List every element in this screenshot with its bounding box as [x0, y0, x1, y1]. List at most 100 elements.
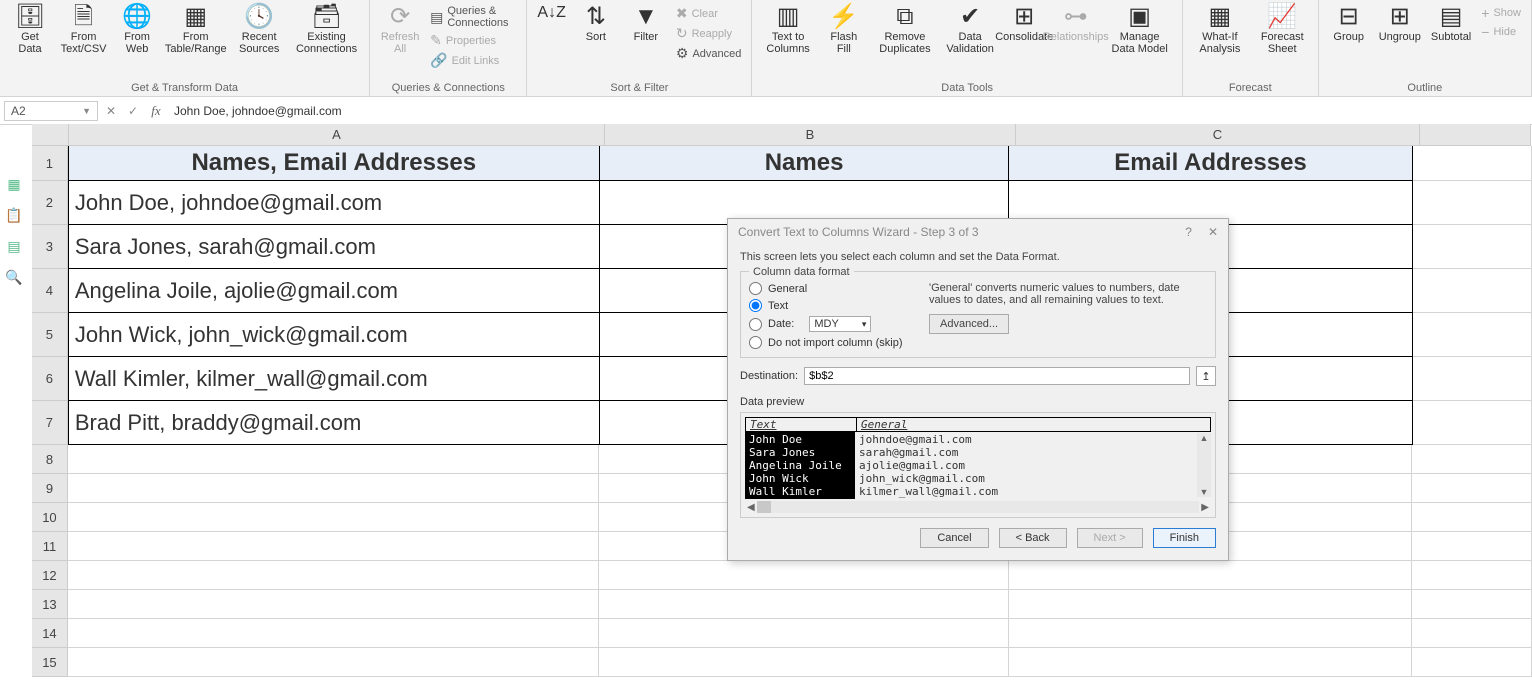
- group-button[interactable]: ⊟Group: [1325, 2, 1373, 46]
- cell[interactable]: [1009, 590, 1412, 619]
- manage-data-model-button[interactable]: ▣Manage Data Model: [1103, 2, 1176, 58]
- back-button[interactable]: < Back: [999, 528, 1067, 548]
- row-header[interactable]: 6: [32, 357, 68, 401]
- cell[interactable]: [1413, 401, 1532, 445]
- vertical-scrollbar[interactable]: ▲▼: [1197, 433, 1211, 497]
- finish-button[interactable]: Finish: [1153, 528, 1216, 548]
- cell[interactable]: [68, 590, 599, 619]
- col-header-C[interactable]: C: [1016, 124, 1420, 146]
- find-icon[interactable]: 🔍: [5, 269, 22, 286]
- remove-duplicates-button[interactable]: ⧉Remove Duplicates: [870, 2, 940, 58]
- fx-icon[interactable]: fx: [144, 103, 168, 119]
- cell[interactable]: John Doe, johndoe@gmail.com: [68, 181, 600, 225]
- formula-value[interactable]: John Doe, johndoe@gmail.com: [168, 104, 1532, 118]
- row-header[interactable]: 2: [32, 181, 68, 225]
- recent-sources-button[interactable]: 🕓Recent Sources: [230, 2, 288, 58]
- header-cell[interactable]: Names: [600, 146, 1010, 181]
- accept-formula-button[interactable]: ✓: [122, 104, 144, 118]
- row-header[interactable]: 5: [32, 313, 68, 357]
- cell[interactable]: [1413, 181, 1532, 225]
- row-header[interactable]: 8: [32, 445, 68, 474]
- filter-button[interactable]: ▼Filter: [622, 2, 670, 46]
- scroll-right-icon[interactable]: ▶: [1201, 502, 1209, 513]
- cell[interactable]: [1009, 648, 1412, 677]
- row-header[interactable]: 1: [32, 146, 68, 181]
- cell[interactable]: [1412, 561, 1532, 590]
- sort-button[interactable]: ⇅Sort: [572, 2, 620, 46]
- cell[interactable]: [1413, 357, 1532, 401]
- relationships-button[interactable]: ⊶Relationships: [1050, 2, 1101, 46]
- row-header[interactable]: 11: [32, 532, 68, 561]
- range-picker-icon[interactable]: ↥: [1196, 366, 1216, 386]
- cell[interactable]: [599, 590, 1009, 619]
- what-if-button[interactable]: ▦What-If Analysis: [1189, 2, 1251, 58]
- cell[interactable]: Sara Jones, sarah@gmail.com: [68, 225, 600, 269]
- cell[interactable]: [68, 532, 599, 561]
- edit-links-button[interactable]: 🔗Edit Links: [426, 51, 520, 70]
- subtotal-button[interactable]: ▤Subtotal: [1427, 2, 1475, 46]
- from-web-button[interactable]: 🌐From Web: [113, 2, 161, 58]
- cell[interactable]: [1412, 503, 1532, 532]
- row-header[interactable]: 14: [32, 619, 68, 648]
- from-text-csv-button[interactable]: 🗎From Text/CSV: [56, 2, 111, 58]
- radio-general[interactable]: General: [749, 282, 919, 295]
- radio-text[interactable]: Text: [749, 299, 919, 312]
- help-button[interactable]: ?: [1185, 225, 1192, 239]
- cell[interactable]: [68, 619, 599, 648]
- refresh-all-button[interactable]: ⟳Refresh All: [376, 2, 424, 58]
- cell[interactable]: [1413, 313, 1532, 357]
- hide-detail-button[interactable]: −Hide: [1477, 23, 1525, 41]
- queries-connections-button[interactable]: ▤Queries & Connections: [426, 4, 520, 30]
- cell[interactable]: [599, 619, 1009, 648]
- cancel-formula-button[interactable]: ✕: [100, 104, 122, 118]
- advanced-button[interactable]: Advanced...: [929, 314, 1009, 334]
- select-all-corner[interactable]: [32, 124, 69, 146]
- col-header-D[interactable]: [1420, 124, 1531, 146]
- row-header[interactable]: 15: [32, 648, 68, 677]
- preview-col-header[interactable]: Text: [745, 417, 857, 432]
- cell[interactable]: [599, 561, 1009, 590]
- cell[interactable]: [68, 503, 599, 532]
- show-detail-button[interactable]: +Show: [1477, 4, 1525, 22]
- cell[interactable]: John Wick, john_wick@gmail.com: [68, 313, 600, 357]
- forecast-sheet-button[interactable]: 📈Forecast Sheet: [1253, 2, 1312, 58]
- from-table-range-button[interactable]: ▦From Table/Range: [163, 2, 228, 58]
- header-cell[interactable]: Names, Email Addresses: [68, 146, 600, 181]
- cell[interactable]: [68, 445, 599, 474]
- cell[interactable]: Brad Pitt, braddy@gmail.com: [68, 401, 600, 445]
- next-button[interactable]: Next >: [1077, 528, 1143, 548]
- ungroup-button[interactable]: ⊞Ungroup: [1375, 2, 1425, 46]
- consolidate-button[interactable]: ⊞Consolidate: [1000, 2, 1048, 46]
- scroll-down-icon[interactable]: ▼: [1200, 487, 1209, 497]
- data-validation-button[interactable]: ✔Data Validation: [942, 2, 998, 58]
- date-format-select[interactable]: MDY▾: [809, 316, 871, 332]
- row-header[interactable]: 4: [32, 269, 68, 313]
- cell[interactable]: [68, 474, 599, 503]
- name-box[interactable]: A2▼: [4, 101, 98, 121]
- cell[interactable]: [1412, 474, 1532, 503]
- sheet-icon[interactable]: ▦: [7, 176, 20, 193]
- row-header[interactable]: 10: [32, 503, 68, 532]
- reapply-button[interactable]: ↻Reapply: [672, 24, 746, 43]
- clear-button[interactable]: ✖Clear: [672, 4, 746, 23]
- radio-date[interactable]: Date: MDY▾: [749, 316, 919, 332]
- cell[interactable]: [599, 648, 1009, 677]
- cell[interactable]: [68, 561, 599, 590]
- cell[interactable]: [1413, 225, 1532, 269]
- horizontal-scrollbar[interactable]: ◀▶: [745, 501, 1211, 513]
- cell[interactable]: [1412, 532, 1532, 561]
- cell[interactable]: [1412, 648, 1532, 677]
- cell[interactable]: [1412, 619, 1532, 648]
- cell[interactable]: [1413, 146, 1532, 181]
- get-data-button[interactable]: 🗄Get Data: [6, 2, 54, 58]
- existing-connections-button[interactable]: 🗃Existing Connections: [290, 2, 363, 58]
- properties-button[interactable]: ✎Properties: [426, 31, 520, 50]
- cell[interactable]: [1009, 619, 1412, 648]
- cancel-button[interactable]: Cancel: [920, 528, 988, 548]
- row-header[interactable]: 7: [32, 401, 68, 445]
- advanced-button[interactable]: ⚙Advanced: [672, 44, 746, 63]
- flash-fill-button[interactable]: ⚡Flash Fill: [820, 2, 868, 58]
- header-cell[interactable]: Email Addresses: [1009, 146, 1412, 181]
- cell[interactable]: [1412, 590, 1532, 619]
- col-header-B[interactable]: B: [605, 124, 1016, 146]
